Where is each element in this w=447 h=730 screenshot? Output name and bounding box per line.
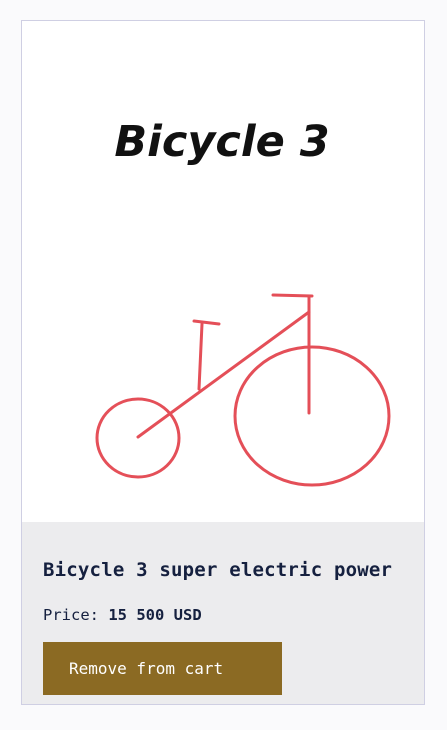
price-value: 15 500 USD <box>108 606 202 624</box>
price-line: Price: 15 500 USD <box>43 606 202 624</box>
price-label: Price: <box>43 606 99 624</box>
seat-post <box>197 322 204 391</box>
product-card: Bicycle 3 Bicycle 3 super electric power… <box>21 20 425 705</box>
product-name: Bicycle 3 super electric power <box>43 559 393 581</box>
seat <box>192 319 221 326</box>
product-info: Bicycle 3 super electric power Price: 15… <box>22 522 424 704</box>
bicycle-sketch-image: Bicycle 3 <box>95 117 391 487</box>
bike-frame <box>136 310 311 439</box>
remove-from-cart-button[interactable]: Remove from cart <box>43 642 282 695</box>
front-wheel <box>233 345 391 487</box>
product-image: Bicycle 3 <box>22 21 424 522</box>
handlebar <box>271 293 314 298</box>
image-caption: Bicycle 3 <box>114 117 329 167</box>
